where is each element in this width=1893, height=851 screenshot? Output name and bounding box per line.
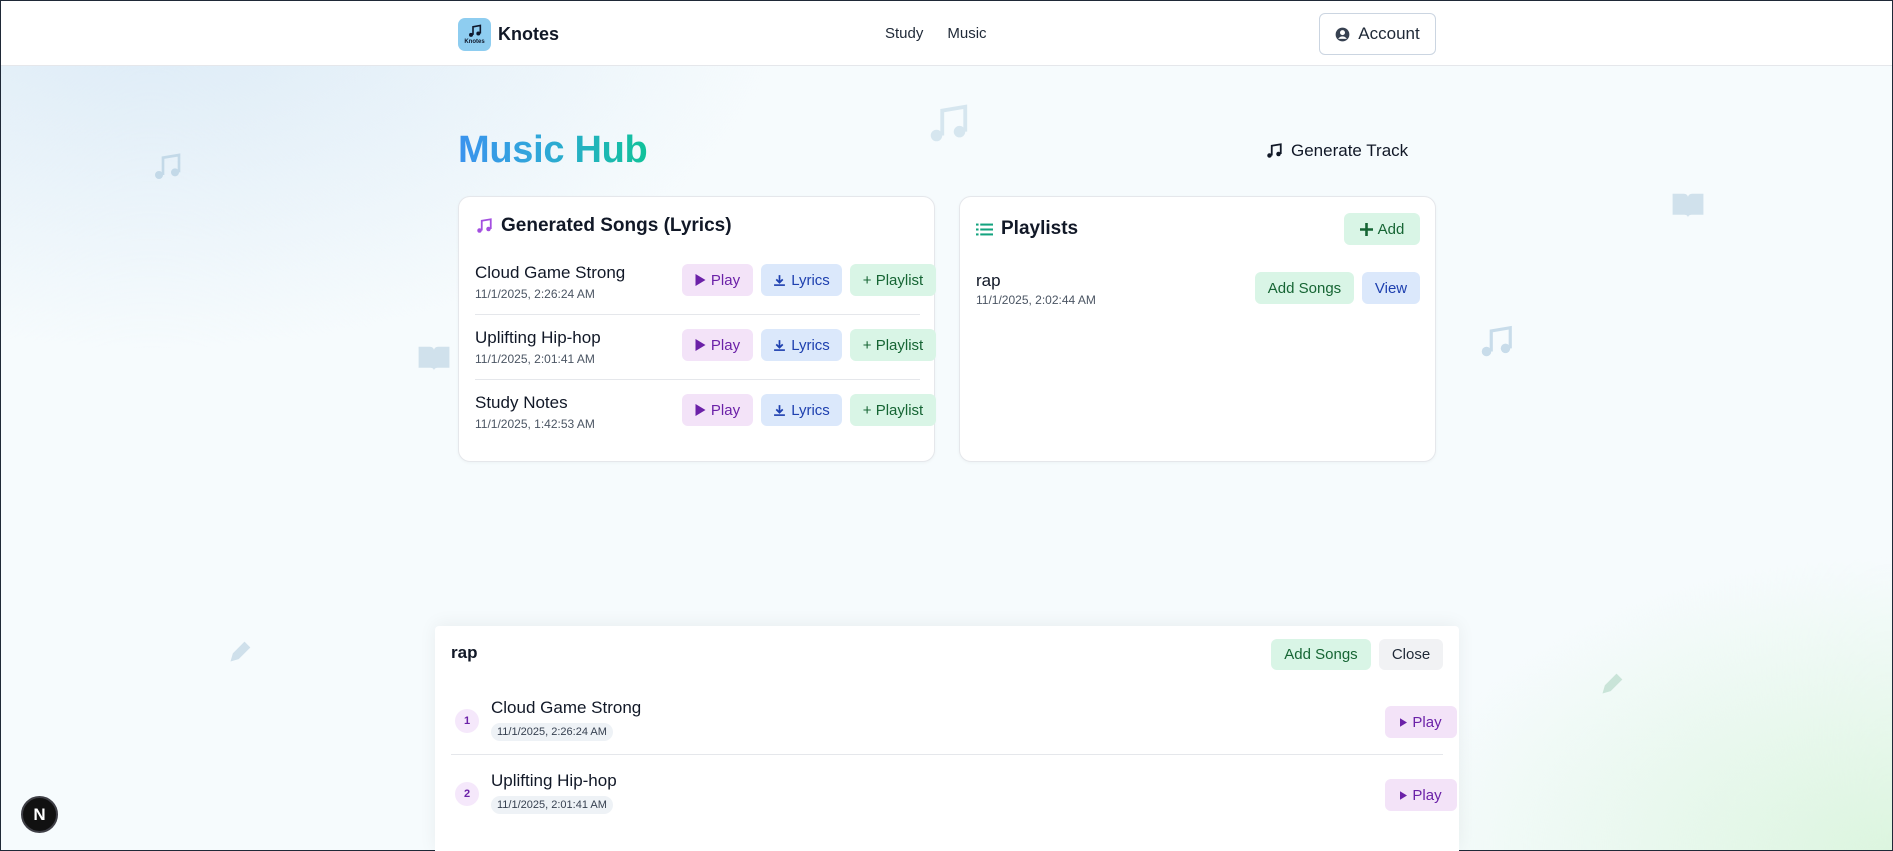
account-label: Account — [1358, 24, 1420, 43]
play-button[interactable]: Play — [682, 264, 753, 296]
lyrics-label: Lyrics — [791, 401, 830, 419]
song-date: 11/1/2025, 2:26:24 AM — [475, 287, 595, 301]
playlists-title: Playlists — [1001, 218, 1079, 239]
lyrics-label: Lyrics — [791, 271, 830, 289]
play-label: Play — [1412, 786, 1442, 804]
track-play-button[interactable]: Play — [1385, 779, 1457, 811]
play-icon — [695, 339, 706, 351]
play-icon — [695, 274, 706, 286]
music-note-icon — [1477, 323, 1515, 361]
playlist-date: 11/1/2025, 2:02:44 AM — [976, 293, 1096, 307]
main-nav: Study Music — [885, 25, 987, 42]
track-name: Uplifting Hip-hop — [491, 771, 617, 790]
play-icon — [1400, 790, 1408, 800]
song-row: Study Notes 11/1/2025, 1:42:53 AM Play L… — [475, 387, 936, 445]
download-lyrics-button[interactable]: Lyrics — [761, 264, 842, 296]
play-icon — [695, 404, 706, 416]
track-number: 1 — [455, 709, 479, 733]
add-songs-label: Add Songs — [1267, 279, 1342, 297]
panel-add-songs-button[interactable]: Add Songs — [1271, 639, 1371, 670]
music-note-icon — [925, 101, 971, 147]
top-navbar: Knotes Knotes Study Music Account — [1, 1, 1892, 66]
add-label: Add — [1377, 220, 1405, 238]
add-to-playlist-button[interactable]: + Playlist — [850, 394, 936, 426]
playlists-card: Playlists Add rap 11/1/2025, 2:02:44 AM … — [959, 196, 1436, 462]
playlists-heading: Playlists — [976, 218, 1078, 240]
track-row: 1 Cloud Game Strong 11/1/2025, 2:26:24 A… — [451, 682, 1457, 755]
nav-item-study[interactable]: Study — [885, 25, 923, 42]
play-button[interactable]: Play — [682, 329, 753, 361]
track-number: 2 — [455, 782, 479, 806]
download-icon — [774, 274, 786, 286]
panel-close-button[interactable]: Close — [1379, 639, 1443, 670]
generated-songs-title: Generated Songs (Lyrics) — [501, 215, 732, 236]
add-to-playlist-button[interactable]: + Playlist — [850, 264, 936, 296]
user-circle-icon — [1335, 27, 1350, 41]
playlist-add-songs-button[interactable]: Add Songs — [1255, 272, 1354, 304]
view-label: View — [1374, 279, 1408, 297]
brand-name: Knotes — [498, 24, 560, 44]
download-lyrics-button[interactable]: Lyrics — [761, 394, 842, 426]
music-note-icon — [151, 151, 183, 183]
track-date: 11/1/2025, 2:01:41 AM — [491, 796, 613, 814]
playlist-name: rap — [976, 271, 1001, 290]
playlist-detail-panel: rap Add Songs Close 1 Cloud Game Strong … — [435, 626, 1459, 851]
song-date: 11/1/2025, 1:42:53 AM — [475, 417, 595, 431]
list-icon — [976, 223, 993, 235]
play-label: Play — [710, 271, 741, 289]
download-lyrics-button[interactable]: Lyrics — [761, 329, 842, 361]
song-name: Cloud Game Strong — [475, 263, 626, 282]
play-label: Play — [710, 336, 741, 354]
playlist-label: + Playlist — [862, 271, 924, 289]
account-button[interactable]: Account — [1319, 13, 1436, 55]
pen-icon — [227, 637, 255, 665]
add-to-playlist-button[interactable]: + Playlist — [850, 329, 936, 361]
playlist-label: + Playlist — [862, 336, 924, 354]
logo-icon: Knotes — [458, 18, 491, 51]
logo-caption: Knotes — [464, 39, 485, 45]
add-songs-label: Add Songs — [1284, 646, 1358, 663]
play-button[interactable]: Play — [682, 394, 753, 426]
song-date: 11/1/2025, 2:01:41 AM — [475, 352, 595, 366]
music-note-icon — [477, 218, 492, 233]
book-icon — [417, 344, 451, 372]
generate-track-label: Generate Track — [1291, 141, 1409, 160]
generate-track-button[interactable]: Generate Track — [1265, 141, 1408, 161]
book-icon — [1671, 191, 1705, 219]
music-note-icon — [1267, 143, 1282, 158]
brand-logo-link[interactable]: Knotes Knotes — [458, 18, 559, 51]
pen-icon — [1599, 669, 1627, 697]
generated-songs-card: Generated Songs (Lyrics) Cloud Game Stro… — [458, 196, 936, 462]
play-label: Play — [710, 401, 741, 419]
lyrics-label: Lyrics — [791, 336, 830, 354]
play-label: Play — [1412, 713, 1442, 731]
download-icon — [774, 404, 786, 416]
song-row: Cloud Game Strong 11/1/2025, 2:26:24 AM … — [475, 257, 936, 315]
play-icon — [1400, 717, 1408, 727]
track-row: 2 Uplifting Hip-hop 11/1/2025, 2:01:41 A… — [451, 755, 1457, 828]
song-name: Uplifting Hip-hop — [475, 328, 601, 347]
track-play-button[interactable]: Play — [1385, 706, 1457, 738]
panel-title: rap — [451, 643, 478, 662]
nav-item-music[interactable]: Music — [947, 25, 986, 42]
track-date: 11/1/2025, 2:26:24 AM — [491, 723, 613, 741]
playlist-view-button[interactable]: View — [1362, 272, 1420, 304]
close-label: Close — [1391, 646, 1431, 663]
add-playlist-button[interactable]: Add — [1344, 213, 1420, 245]
plus-icon — [1359, 222, 1373, 236]
dev-tools-badge[interactable]: N — [21, 796, 58, 833]
track-name: Cloud Game Strong — [491, 698, 642, 717]
playlist-label: + Playlist — [862, 401, 924, 419]
generated-songs-heading: Generated Songs (Lyrics) — [475, 215, 732, 237]
download-icon — [774, 339, 786, 351]
page-title: Music Hub — [458, 129, 648, 171]
song-row: Uplifting Hip-hop 11/1/2025, 2:01:41 AM … — [475, 322, 936, 380]
song-name: Study Notes — [475, 393, 568, 412]
